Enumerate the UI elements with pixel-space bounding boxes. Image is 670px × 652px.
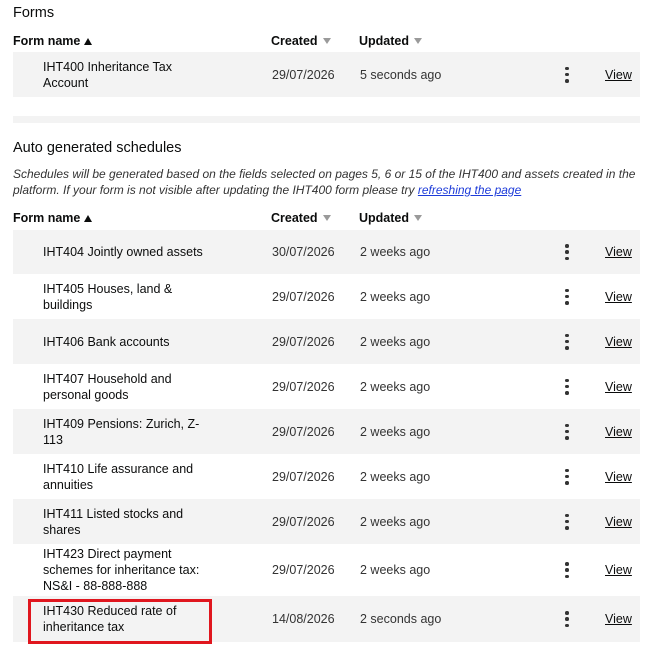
table-row: IHT404 Jointly owned assets 30/07/2026 2… (13, 230, 640, 274)
created-date: 30/07/2026 (272, 245, 335, 259)
table-row: IHT400 Inheritance Tax Account 29/07/202… (13, 52, 640, 97)
view-link[interactable]: View (605, 612, 632, 626)
column-label: Form name (13, 34, 81, 48)
form-name: IHT406 Bank accounts (43, 334, 170, 349)
schedules-section-title: Auto generated schedules (13, 140, 182, 156)
refresh-page-link[interactable]: refreshing the page (418, 183, 521, 197)
kebab-menu-icon[interactable] (561, 288, 573, 305)
form-name: IHT404 Jointly owned assets (43, 245, 203, 259)
forms-header-updated[interactable]: Updated (359, 33, 422, 49)
kebab-menu-icon[interactable] (561, 66, 573, 83)
updated-time: 2 seconds ago (360, 612, 442, 626)
form-name: IHT411 Listed stocks and shares (43, 506, 184, 537)
view-link[interactable]: View (605, 425, 632, 439)
view-link[interactable]: View (605, 515, 632, 529)
column-label: Form name (13, 211, 81, 225)
schedules-header-form-name[interactable]: Form name (13, 210, 93, 226)
form-name: IHT423 Direct payment schemes for inheri… (43, 547, 200, 593)
updated-time: 2 weeks ago (360, 379, 431, 394)
kebab-menu-icon[interactable] (561, 562, 573, 578)
column-label: Updated (359, 211, 409, 225)
created-date: 29/07/2026 (272, 334, 335, 349)
table-row: IHT423 Direct payment schemes for inheri… (13, 544, 640, 596)
created-date: 29/07/2026 (272, 289, 335, 304)
table-row: IHT411 Listed stocks and shares 29/07/20… (13, 499, 640, 544)
created-date: 29/07/2026 (272, 67, 335, 82)
updated-time: 5 seconds ago (360, 67, 442, 82)
view-link[interactable]: View (605, 290, 632, 304)
view-link[interactable]: View (605, 335, 632, 349)
updated-time: 2 weeks ago (360, 289, 431, 304)
created-date: 29/07/2026 (272, 563, 335, 577)
sort-descending-icon (414, 38, 422, 44)
column-label: Created (271, 34, 318, 48)
updated-time: 2 weeks ago (360, 245, 431, 259)
created-date: 29/07/2026 (272, 379, 335, 394)
table-row: IHT407 Household and personal goods 29/0… (13, 364, 640, 409)
view-link[interactable]: View (605, 563, 632, 577)
table-row: IHT409 Pensions: Zurich, Z-113 29/07/202… (13, 409, 640, 454)
table-row: IHT405 Houses, land & buildings 29/07/20… (13, 274, 640, 319)
updated-time: 2 weeks ago (360, 563, 431, 577)
created-date: 29/07/2026 (272, 469, 335, 484)
updated-time: 2 weeks ago (360, 514, 431, 529)
form-name: IHT409 Pensions: Zurich, Z-113 (43, 416, 200, 447)
view-link[interactable]: View (605, 245, 632, 259)
column-label: Updated (359, 34, 409, 48)
updated-time: 2 weeks ago (360, 424, 431, 439)
created-date: 29/07/2026 (272, 424, 335, 439)
sort-descending-icon (414, 215, 422, 221)
table-row: IHT410 Life assurance and annuities 29/0… (13, 454, 640, 499)
forms-header-form-name[interactable]: Form name (13, 33, 93, 49)
sort-descending-icon (322, 215, 331, 221)
schedules-header-updated[interactable]: Updated (359, 210, 422, 226)
form-name: IHT407 Household and personal goods (43, 371, 172, 402)
form-name: IHT410 Life assurance and annuities (43, 461, 194, 492)
view-link[interactable]: View (605, 380, 632, 394)
kebab-menu-icon[interactable] (561, 513, 573, 530)
updated-time: 2 weeks ago (360, 469, 431, 484)
kebab-menu-icon[interactable] (561, 333, 573, 350)
created-date: 14/08/2026 (272, 612, 335, 626)
forms-header-created[interactable]: Created (271, 33, 331, 49)
created-date: 29/07/2026 (272, 514, 335, 529)
form-name: IHT400 Inheritance Tax Account (43, 59, 173, 90)
view-link[interactable]: View (605, 68, 632, 82)
kebab-menu-icon[interactable] (561, 244, 573, 260)
section-divider (13, 116, 640, 123)
sort-ascending-icon (84, 37, 93, 45)
sort-ascending-icon (84, 214, 93, 222)
description-text: Schedules will be generated based on the… (13, 167, 636, 197)
sort-descending-icon (322, 38, 331, 44)
view-link[interactable]: View (605, 470, 632, 484)
form-name: IHT405 Houses, land & buildings (43, 281, 173, 312)
column-label: Created (271, 211, 318, 225)
highlight-box (28, 599, 212, 644)
kebab-menu-icon[interactable] (561, 611, 573, 627)
table-row: IHT406 Bank accounts 29/07/2026 2 weeks … (13, 319, 640, 364)
kebab-menu-icon[interactable] (561, 378, 573, 395)
forms-section-title: Forms (13, 5, 55, 21)
schedules-header-created[interactable]: Created (271, 210, 331, 226)
schedules-description: Schedules will be generated based on the… (13, 166, 638, 198)
updated-time: 2 weeks ago (360, 334, 431, 349)
kebab-menu-icon[interactable] (561, 468, 573, 485)
kebab-menu-icon[interactable] (561, 423, 573, 440)
